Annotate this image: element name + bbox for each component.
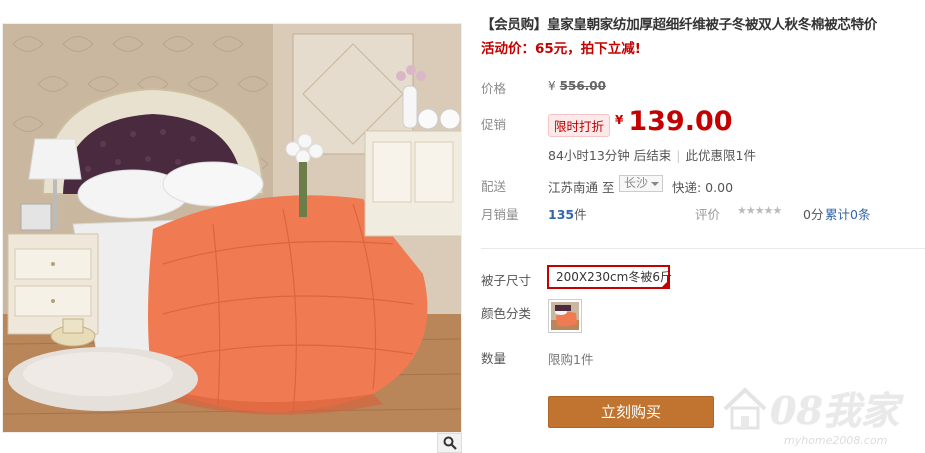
shipping-fee: 快递: 0.00 — [672, 180, 734, 195]
quantity-label: 数量 — [481, 351, 507, 366]
rating-stars-icon: ★★★★★ — [737, 204, 782, 217]
limited-discount-badge: 限时打折 — [548, 114, 611, 137]
monthly-sales-count: 135 — [548, 207, 575, 222]
price-label: 价格 — [481, 81, 507, 96]
zoom-button[interactable] — [437, 433, 462, 453]
shipping-label: 配送 — [481, 179, 507, 194]
separator: | — [676, 148, 681, 163]
promo-line: 活动价：65元，拍下立减! — [481, 41, 641, 57]
color-label: 颜色分类 — [481, 306, 532, 321]
product-title: 【会员购】皇家皇朝家纺加厚超细纤维被子冬被双人秋冬棉被芯特价 — [481, 17, 877, 33]
currency-symbol: ¥ — [548, 79, 556, 93]
rating-score: 0分 — [803, 207, 824, 222]
color-option-thumbnail[interactable] — [548, 299, 582, 333]
destination-city-select[interactable]: 长沙 — [619, 175, 663, 192]
destination-city: 长沙 — [624, 176, 649, 190]
size-option-selected[interactable]: 200X230cm冬被6斤 ✔ — [547, 265, 672, 289]
original-price: ¥556.00 — [548, 79, 606, 93]
divider — [481, 248, 925, 249]
bedroom-illustration — [3, 24, 461, 432]
watermark-url: myhome2008.com — [784, 434, 888, 447]
ship-from: 江苏南通 — [548, 180, 599, 195]
check-icon: ✔ — [662, 276, 668, 284]
promotion-price: ¥139.00 — [615, 106, 733, 137]
promotion-price-value: 139.00 — [628, 106, 733, 137]
monthly-sales-unit: 件 — [574, 207, 587, 222]
product-photo[interactable] — [2, 23, 462, 433]
monthly-sales: 135件 — [548, 204, 587, 223]
countdown: 84小时13分钟 后结束 | 此优惠限1件 — [548, 145, 756, 164]
promotion-label: 促销 — [481, 117, 507, 132]
color-thumbnail-image — [551, 302, 579, 330]
size-label: 被子尺寸 — [481, 273, 532, 288]
buy-now-button[interactable]: 立刻购买 — [548, 396, 714, 428]
watermark: 08我家 myhome2008.com — [718, 378, 925, 453]
size-option-text: 200X230cm冬被6斤 — [556, 270, 672, 284]
reviews-link[interactable]: 累计0条 — [825, 204, 870, 223]
product-image-area — [0, 0, 465, 453]
monthly-sales-label: 月销量 — [481, 207, 519, 222]
rating-label: 评价 — [695, 207, 721, 222]
watermark-text: 08我家 — [770, 388, 899, 433]
currency-symbol: ¥ — [615, 113, 624, 127]
magnifier-icon — [443, 436, 457, 450]
ship-to-label: 至 — [602, 180, 615, 195]
chevron-down-icon — [651, 182, 659, 186]
promotion-limit: 此优惠限1件 — [685, 148, 756, 163]
house-logo-icon — [723, 387, 767, 430]
quantity-limit: 限购1件 — [548, 352, 594, 367]
original-price-value: 556.00 — [559, 79, 606, 93]
countdown-text: 84小时13分钟 后结束 — [548, 148, 672, 163]
